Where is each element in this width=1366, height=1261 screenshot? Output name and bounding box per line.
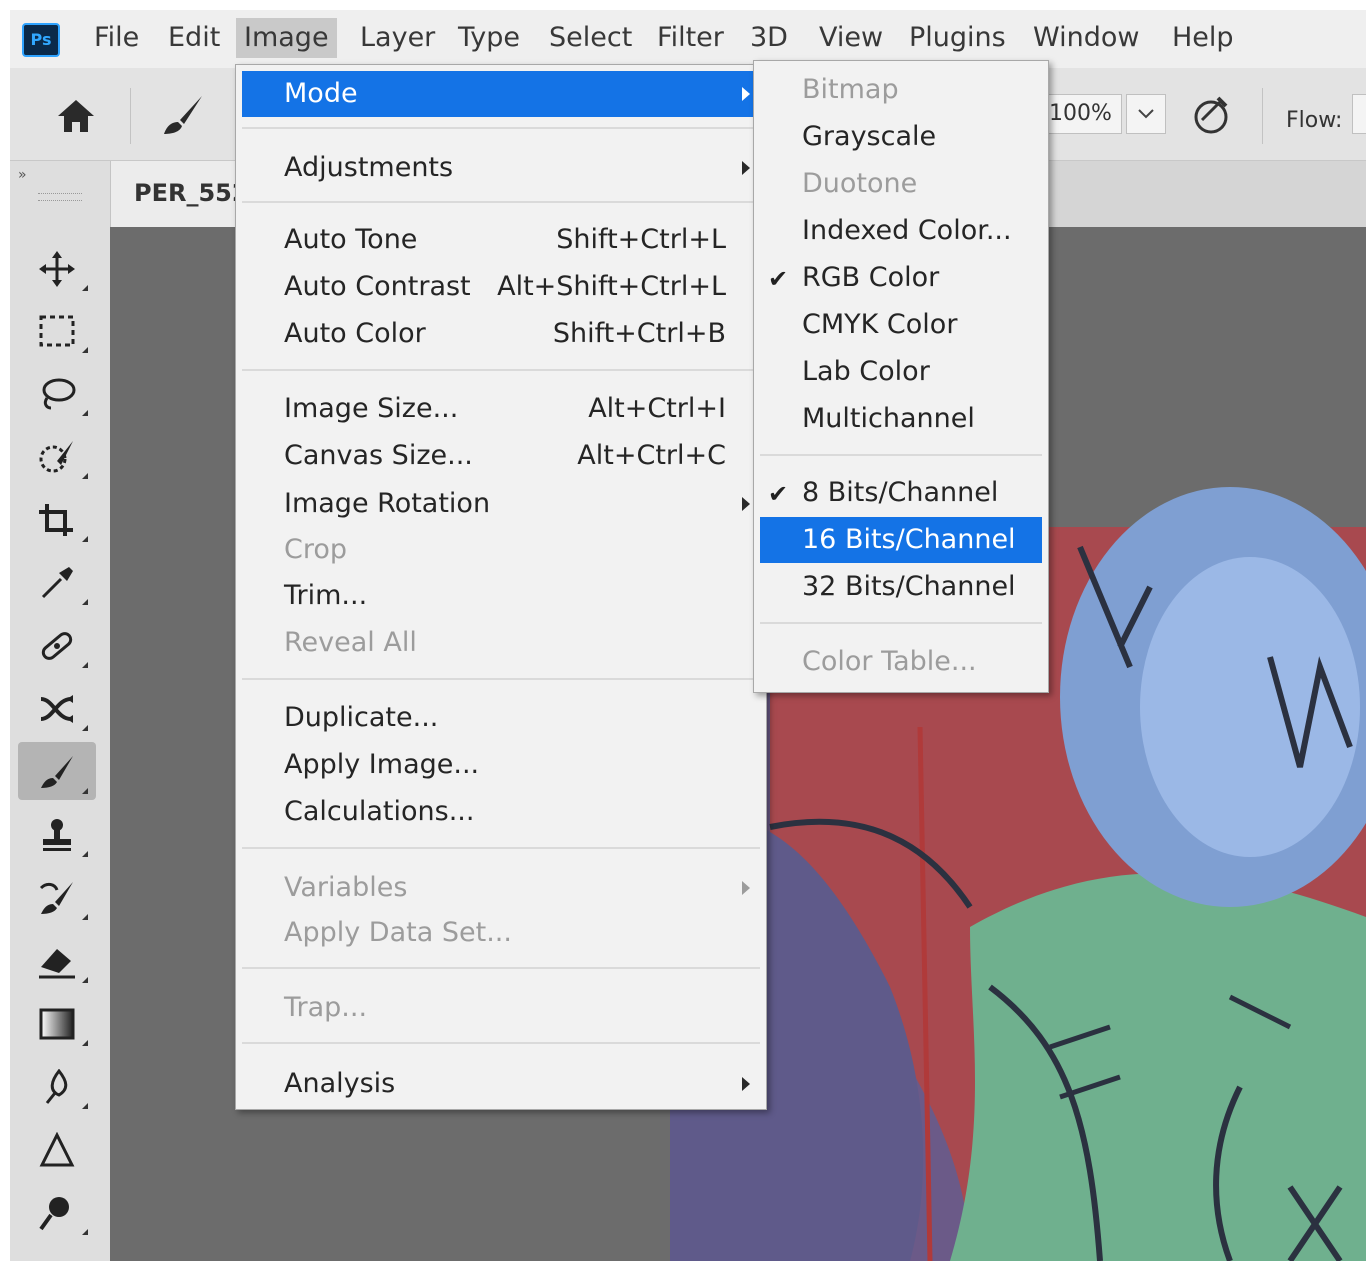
menu-file[interactable]: File xyxy=(86,18,147,58)
photoshop-logo: Ps xyxy=(22,23,60,57)
menu-item-calculations[interactable]: Calculations... xyxy=(242,789,760,835)
mode-submenu: Bitmap Grayscale Duotone Indexed Color..… xyxy=(753,60,1049,693)
menu-edit[interactable]: Edit xyxy=(160,18,228,58)
submenu-item-grayscale[interactable]: Grayscale xyxy=(760,114,1042,160)
menu-item-duplicate[interactable]: Duplicate... xyxy=(242,695,760,741)
menu-item-image-size[interactable]: Image Size... Alt+Ctrl+I xyxy=(242,386,760,432)
submenu-item-cmyk-color[interactable]: CMYK Color xyxy=(760,302,1042,348)
menu-type[interactable]: Type xyxy=(450,18,528,58)
content-aware-move-tool-icon[interactable] xyxy=(18,679,96,737)
menu-item-mode[interactable]: Mode xyxy=(242,71,760,117)
menu-item-apply-image[interactable]: Apply Image... xyxy=(242,742,760,788)
submenu-item-indexed-color[interactable]: Indexed Color... xyxy=(760,208,1042,254)
image-menu-dropdown: Mode Adjustments Auto Tone Shift+Ctrl+L A… xyxy=(235,64,767,1110)
menu-item-adjustments[interactable]: Adjustments xyxy=(242,145,760,191)
submenu-item-duotone: Duotone xyxy=(802,168,918,199)
quick-selection-tool-icon[interactable] xyxy=(18,427,96,485)
panel-grip[interactable] xyxy=(38,193,82,201)
submenu-item-32-bits[interactable]: 32 Bits/Channel xyxy=(760,564,1042,610)
brush-tool-icon[interactable] xyxy=(18,742,96,800)
menu-plugins[interactable]: Plugins xyxy=(901,18,1014,58)
gradient-tool-icon[interactable] xyxy=(18,994,96,1052)
menu-item-image-rotation[interactable]: Image Rotation xyxy=(242,481,760,527)
submenu-item-16-bits[interactable]: 16 Bits/Channel xyxy=(760,517,1042,563)
menu-help[interactable]: Help xyxy=(1164,18,1242,58)
flow-field[interactable] xyxy=(1352,94,1366,134)
opacity-dropdown-button[interactable] xyxy=(1126,94,1166,134)
menu-item-canvas-size[interactable]: Canvas Size... Alt+Ctrl+C xyxy=(242,433,760,479)
checkmark-icon: ✔ xyxy=(768,265,789,293)
burn-tool-icon[interactable] xyxy=(18,1183,96,1241)
photoshop-window: Ps File Edit Image Layer Type Select Fil… xyxy=(10,10,1366,1261)
submenu-item-rgb-color[interactable]: ✔ RGB Color xyxy=(760,255,1042,301)
home-icon[interactable] xyxy=(54,96,98,136)
submenu-item-color-table: Color Table... xyxy=(802,646,977,677)
collapse-panel-icon[interactable]: » xyxy=(18,167,27,183)
submenu-arrow-icon xyxy=(742,497,750,511)
opacity-field[interactable]: 100% xyxy=(1038,94,1122,134)
submenu-item-multichannel[interactable]: Multichannel xyxy=(760,396,1042,442)
menu-filter[interactable]: Filter xyxy=(649,18,732,58)
submenu-item-8-bits[interactable]: ✔ 8 Bits/Channel xyxy=(760,470,1042,516)
menu-image[interactable]: Image xyxy=(236,18,337,58)
menu-window[interactable]: Window xyxy=(1025,18,1147,58)
menu-item-variables: Variables xyxy=(242,865,760,911)
blur-tool-icon[interactable] xyxy=(18,1057,96,1115)
menu-view[interactable]: View xyxy=(811,18,891,58)
menu-item-auto-contrast[interactable]: Auto Contrast Alt+Shift+Ctrl+L xyxy=(242,264,760,310)
menu-item-auto-color[interactable]: Auto Color Shift+Ctrl+B xyxy=(242,311,760,357)
eraser-tool-icon[interactable] xyxy=(18,931,96,989)
flow-label: Flow: xyxy=(1286,108,1343,133)
history-brush-tool-icon[interactable] xyxy=(18,868,96,926)
opacity-value: 100% xyxy=(1049,101,1112,126)
menu-select[interactable]: Select xyxy=(541,18,640,58)
menu-item-apply-data-set: Apply Data Set... xyxy=(284,917,512,948)
menu-bar: Ps File Edit Image Layer Type Select Fil… xyxy=(10,10,1366,68)
chevron-down-icon xyxy=(1138,109,1154,119)
healing-brush-tool-icon[interactable] xyxy=(18,616,96,674)
menu-item-crop: Crop xyxy=(284,534,348,565)
tools-panel: » xyxy=(10,161,111,1261)
menu-3d[interactable]: 3D xyxy=(742,18,796,58)
marquee-tool-icon[interactable] xyxy=(18,301,96,359)
menu-layer[interactable]: Layer xyxy=(352,18,443,58)
submenu-arrow-icon xyxy=(742,161,750,175)
menu-item-analysis[interactable]: Analysis xyxy=(242,1061,760,1107)
menu-item-reveal-all: Reveal All xyxy=(284,627,417,658)
document-tab-title: PER_552 xyxy=(134,179,249,207)
brush-tool-preset-icon[interactable] xyxy=(158,92,208,138)
crop-tool-icon[interactable] xyxy=(18,490,96,548)
menu-item-auto-tone[interactable]: Auto Tone Shift+Ctrl+L xyxy=(242,217,760,263)
checkmark-icon: ✔ xyxy=(768,480,789,508)
eyedropper-tool-icon[interactable] xyxy=(18,553,96,611)
submenu-item-bitmap: Bitmap xyxy=(802,74,899,105)
submenu-arrow-icon xyxy=(742,881,750,895)
menu-item-trap: Trap... xyxy=(284,992,368,1023)
lasso-tool-icon[interactable] xyxy=(18,364,96,422)
menu-item-trim[interactable]: Trim... xyxy=(242,573,760,619)
move-tool-icon[interactable] xyxy=(18,239,96,297)
submenu-arrow-icon xyxy=(742,87,750,101)
clone-stamp-tool-icon[interactable] xyxy=(18,805,96,863)
pressure-opacity-icon[interactable] xyxy=(1190,92,1236,138)
submenu-arrow-icon xyxy=(742,1077,750,1091)
submenu-item-lab-color[interactable]: Lab Color xyxy=(760,349,1042,395)
triangle-tool-icon[interactable] xyxy=(18,1120,96,1178)
